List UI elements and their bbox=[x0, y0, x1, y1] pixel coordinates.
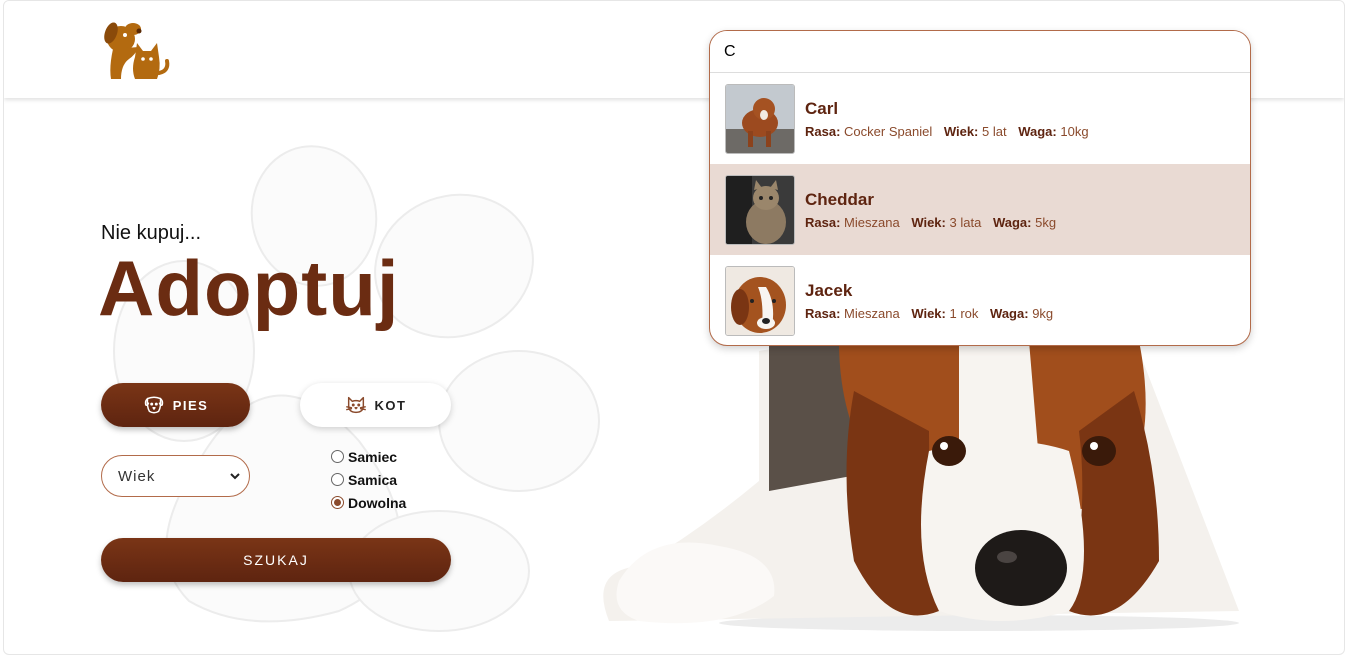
search-input[interactable] bbox=[710, 31, 1250, 73]
age-label: Wiek: bbox=[943, 123, 979, 139]
weight-label: Waga: bbox=[992, 214, 1032, 230]
search-button-label: SZUKAJ bbox=[243, 552, 309, 568]
hero-title: Adoptuj bbox=[98, 244, 400, 332]
beagle-hero-image bbox=[603, 331, 1239, 631]
result-breed: Mieszana bbox=[844, 305, 900, 321]
weight-label: Waga: bbox=[990, 305, 1029, 321]
breed-label: Rasa: bbox=[805, 305, 841, 321]
dog-filter-label: PIES bbox=[172, 397, 209, 413]
result-name: Cheddar bbox=[805, 189, 874, 209]
chevron-down-icon bbox=[230, 473, 240, 480]
pet-thumbnail bbox=[725, 83, 795, 154]
gender-label-dowolna: Dowolna bbox=[348, 494, 407, 511]
radio-samica[interactable] bbox=[331, 473, 344, 486]
gender-label-samica: Samica bbox=[348, 471, 398, 488]
weight-label: Waga: bbox=[1018, 123, 1057, 139]
radio-samiec[interactable] bbox=[331, 450, 344, 463]
cat-filter-button[interactable]: KOT bbox=[300, 383, 451, 427]
result-name: Jacek bbox=[805, 280, 853, 300]
result-info: Cheddar Rasa: Mieszana Wiek: 3 lata Waga… bbox=[805, 190, 1056, 230]
result-age: 1 rok bbox=[949, 305, 979, 321]
page-frame: Nie kupuj... Adoptuj PIES KOT Wiek Samie… bbox=[3, 0, 1345, 655]
search-button[interactable]: SZUKAJ bbox=[101, 538, 451, 582]
search-dropdown: Carl Rasa: Cocker Spaniel Wiek: 5 lat Wa… bbox=[709, 30, 1251, 346]
result-meta: Rasa: Mieszana Wiek: 3 lata Waga: 5kg bbox=[805, 215, 1056, 230]
gender-option-samiec[interactable]: Samiec bbox=[331, 445, 406, 468]
age-select[interactable]: Wiek bbox=[101, 455, 250, 497]
hero-tagline: Nie kupuj... bbox=[101, 222, 202, 244]
search-result-cheddar[interactable]: Cheddar Rasa: Mieszana Wiek: 3 lata Waga… bbox=[710, 164, 1250, 255]
breed-label: Rasa: bbox=[805, 123, 841, 139]
search-result-carl[interactable]: Carl Rasa: Cocker Spaniel Wiek: 5 lat Wa… bbox=[710, 73, 1250, 164]
breed-label: Rasa: bbox=[805, 214, 841, 230]
result-age: 3 lata bbox=[949, 214, 982, 230]
result-meta: Rasa: Cocker Spaniel Wiek: 5 lat Waga: 1… bbox=[805, 124, 1089, 139]
logo-dog-cat-icon[interactable] bbox=[99, 17, 171, 83]
cat-filter-label: KOT bbox=[374, 397, 407, 413]
result-breed: Mieszana bbox=[844, 214, 900, 230]
result-weight: 10kg bbox=[1060, 123, 1089, 139]
age-label: Wiek: bbox=[911, 214, 946, 230]
result-weight: 9kg bbox=[1032, 305, 1054, 321]
search-result-jacek[interactable]: Jacek Rasa: Mieszana Wiek: 1 rok Waga: 9… bbox=[710, 255, 1250, 345]
result-info: Carl Rasa: Cocker Spaniel Wiek: 5 lat Wa… bbox=[805, 99, 1089, 139]
result-age: 5 lat bbox=[982, 123, 1007, 139]
gender-label-samiec: Samiec bbox=[348, 448, 398, 465]
result-name: Carl bbox=[805, 98, 839, 118]
dog-filter-button[interactable]: PIES bbox=[101, 383, 250, 427]
gender-radio-group: Samiec Samica Dowolna bbox=[331, 445, 406, 514]
dog-icon bbox=[144, 396, 163, 414]
age-select-value: Wiek bbox=[118, 467, 156, 485]
result-breed: Cocker Spaniel bbox=[844, 123, 933, 139]
result-meta: Rasa: Mieszana Wiek: 1 rok Waga: 9kg bbox=[805, 306, 1053, 321]
gender-option-dowolna[interactable]: Dowolna bbox=[331, 491, 406, 514]
cat-icon bbox=[345, 396, 366, 414]
pet-thumbnail bbox=[725, 174, 795, 245]
pet-thumbnail bbox=[725, 265, 795, 336]
gender-option-samica[interactable]: Samica bbox=[331, 468, 406, 491]
result-weight: 5kg bbox=[1035, 214, 1057, 230]
age-label: Wiek: bbox=[911, 305, 946, 321]
result-info: Jacek Rasa: Mieszana Wiek: 1 rok Waga: 9… bbox=[805, 281, 1053, 321]
radio-dowolna[interactable] bbox=[331, 496, 344, 509]
